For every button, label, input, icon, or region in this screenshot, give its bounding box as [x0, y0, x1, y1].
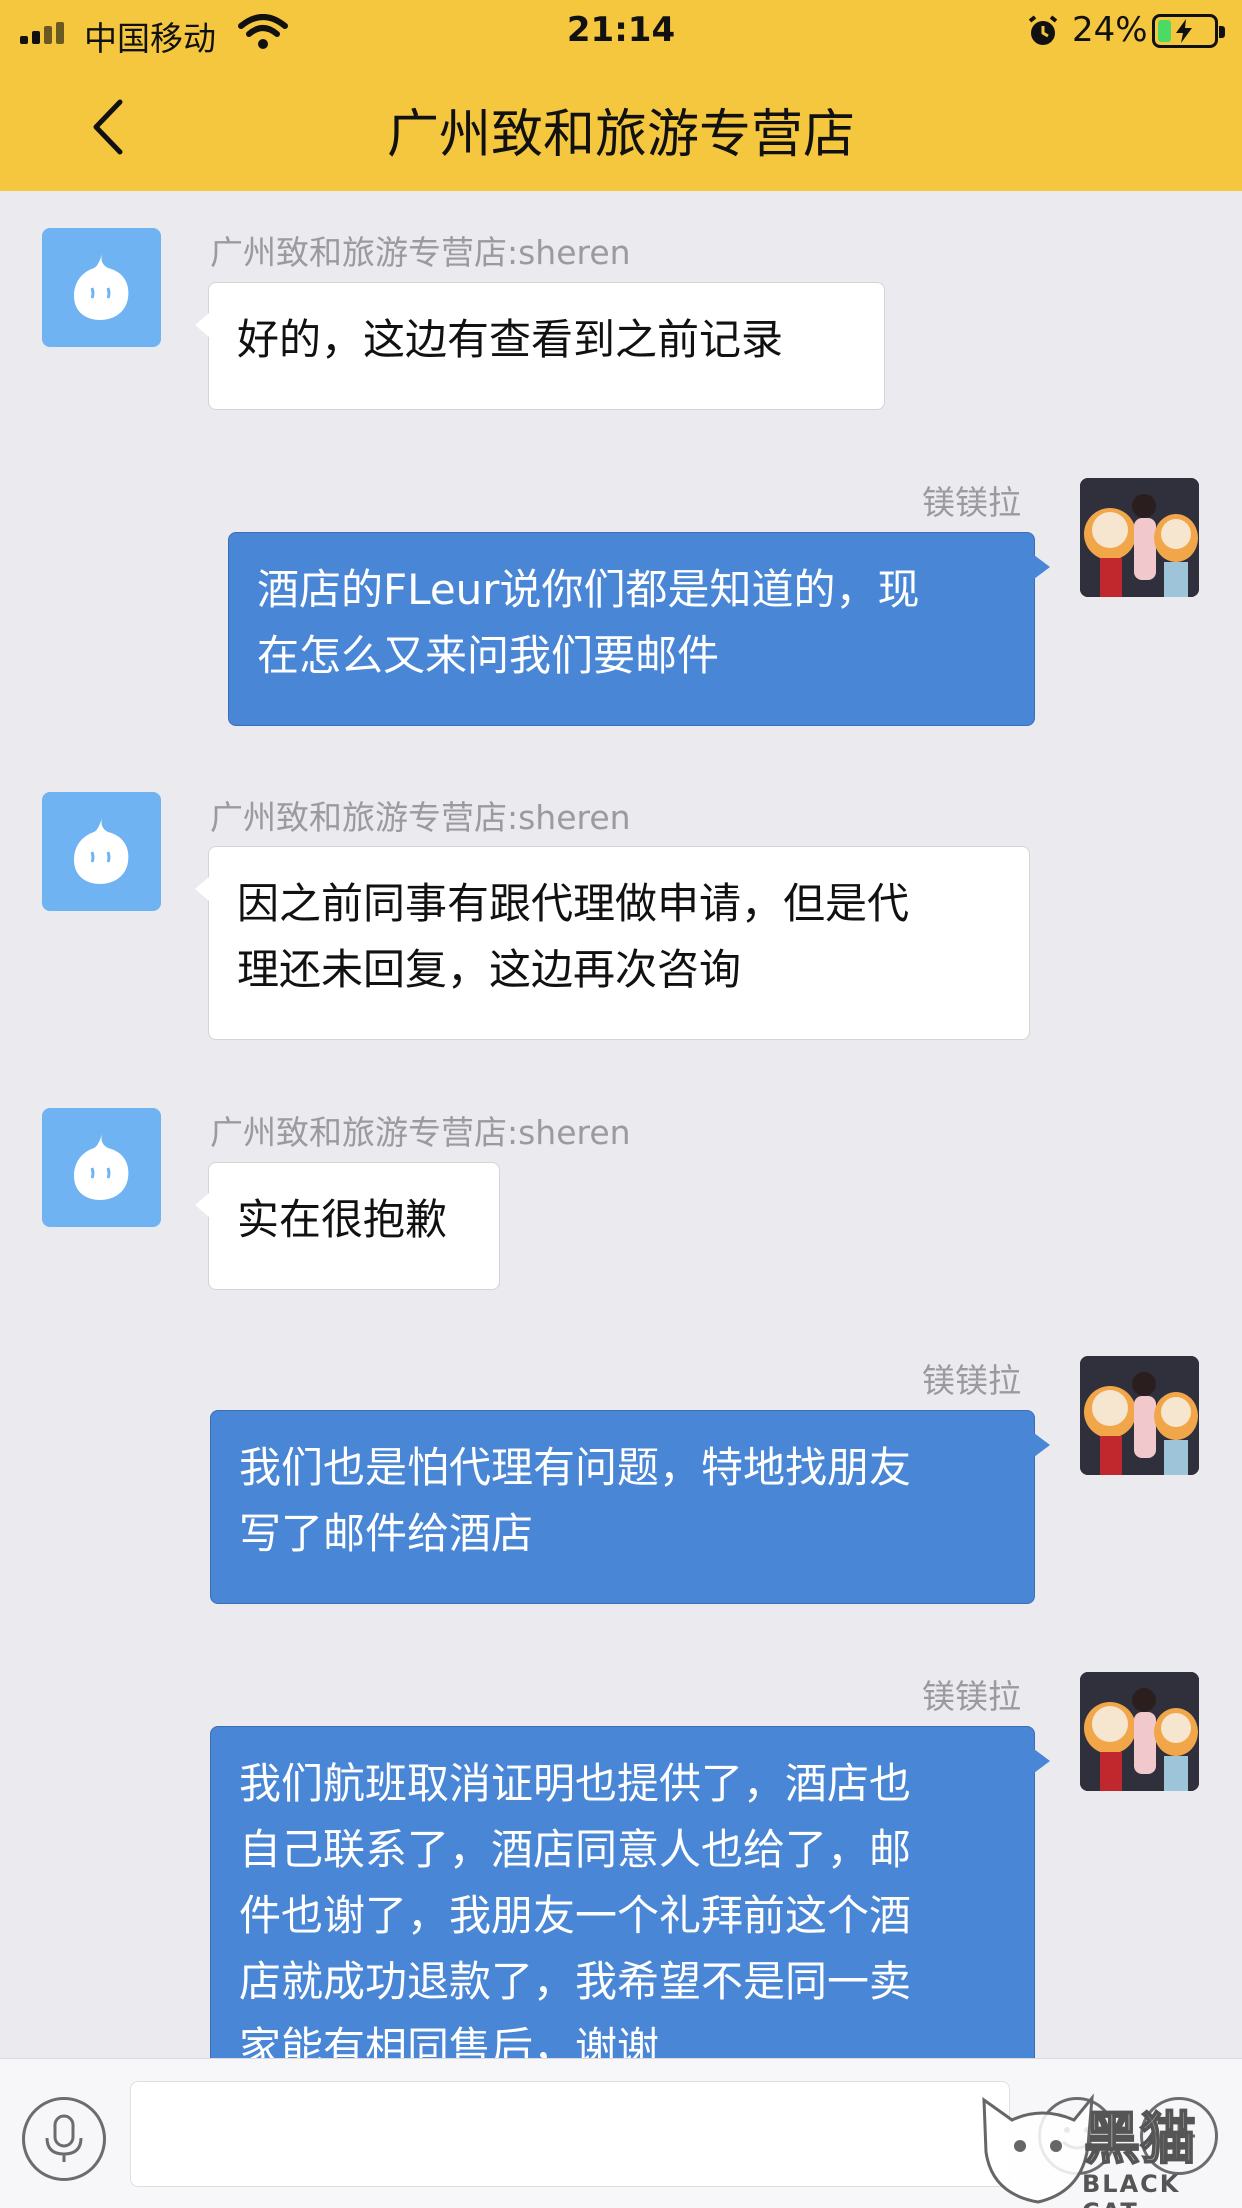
message-text: 实在很抱歉: [237, 1195, 448, 1244]
battery-percent: 24%: [1072, 10, 1148, 50]
page-title: 广州致和旅游专营店: [386, 105, 855, 165]
user-avatar[interactable]: [1080, 1672, 1199, 1791]
shop-avatar[interactable]: [42, 1108, 161, 1227]
shop-bot-icon: [74, 1134, 129, 1200]
message-line: 我们航班取消证明也提供了，酒店也: [239, 1759, 912, 1808]
status-bar: 中国移动 21:14 24%: [0, 0, 1242, 62]
message-bubble-incoming[interactable]: 因之前同事有跟代理做申请，但是代 理还未回复，这边再次咨询: [195, 846, 1030, 1040]
message-text: 好的，这边有查看到之前记录: [237, 315, 784, 364]
sender-name: 广州致和旅游专营店:sheren: [210, 798, 631, 837]
user-avatar[interactable]: [1080, 1356, 1199, 1475]
message-line: 我们也是怕代理有问题，特地找朋友: [239, 1443, 912, 1492]
shop-avatar[interactable]: [42, 228, 161, 347]
message-line: 理还未回复，这边再次咨询: [237, 945, 742, 994]
shop-bot-icon: [74, 254, 129, 320]
message-line: 店就成功退款了，我希望不是同一卖: [239, 1957, 912, 2006]
message-line: 因之前同事有跟代理做申请，但是代: [237, 879, 910, 928]
header-bar: 中国移动 21:14 24% 广州致和旅游专营店: [0, 0, 1242, 191]
user-photo-icon: [1080, 1356, 1199, 1475]
battery-icon: [1152, 14, 1225, 48]
message-line: 自己联系了，酒店同意人也给了，邮: [239, 1825, 912, 1874]
shop-bot-icon: [74, 818, 129, 884]
message-input[interactable]: [130, 2081, 1010, 2187]
message-bubble-outgoing[interactable]: 酒店的FLeur说你们都是知道的，现 在怎么又来问我们要邮件: [228, 532, 1050, 726]
message-line: 在怎么又来问我们要邮件: [257, 631, 720, 680]
shop-avatar[interactable]: [42, 792, 161, 911]
watermark-subtext: BLACK CAT: [1082, 2170, 1181, 2208]
charging-bolt-icon: [1176, 19, 1192, 43]
microphone-icon[interactable]: [22, 2097, 106, 2181]
alarm-icon: [1028, 15, 1058, 45]
sender-name: 广州致和旅游专营店:sheren: [210, 233, 631, 272]
message-bubble-outgoing[interactable]: 我们也是怕代理有问题，特地找朋友 写了邮件给酒店: [210, 1410, 1050, 1604]
message-bubble-incoming[interactable]: 实在很抱歉: [195, 1162, 500, 1290]
sender-name: 镁镁拉: [922, 1677, 1021, 1716]
user-photo-icon: [1080, 478, 1199, 597]
battery-level: [1158, 20, 1171, 42]
message-line: 酒店的FLeur说你们都是知道的，现: [257, 565, 920, 614]
message-bubble-incoming[interactable]: 好的，这边有查看到之前记录: [195, 282, 885, 410]
sender-name: 镁镁拉: [922, 483, 1021, 522]
user-avatar[interactable]: [1080, 478, 1199, 597]
message-line: 写了邮件给酒店: [239, 1509, 534, 1558]
watermark-text: 黑猫: [1083, 2106, 1197, 2173]
nav-bar: 广州致和旅游专营店: [0, 62, 1242, 191]
user-photo-icon: [1080, 1672, 1199, 1791]
sender-name: 镁镁拉: [922, 1361, 1021, 1400]
sender-name: 广州致和旅游专营店:sheren: [210, 1113, 631, 1152]
message-line: 件也谢了，我朋友一个礼拜前这个酒: [239, 1891, 912, 1940]
